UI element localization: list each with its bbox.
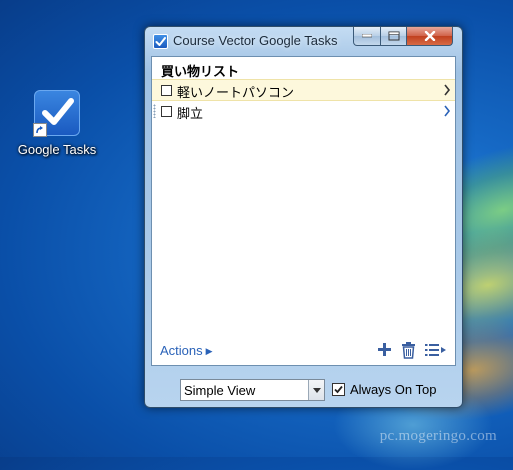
view-select-value: Simple View	[184, 383, 256, 398]
plus-icon[interactable]	[377, 342, 392, 357]
shortcut-arrow-icon	[33, 123, 47, 137]
watermark: pc.mogeringo.com	[379, 428, 497, 444]
checkbox-check-icon	[153, 34, 168, 49]
triangle-right-icon: ▶	[205, 346, 213, 356]
drag-handle-icon[interactable]	[153, 104, 156, 118]
close-icon	[424, 31, 435, 41]
window-title: Course Vector Google Tasks	[173, 33, 338, 48]
desktop-shortcut-google-tasks[interactable]: Google Tasks	[14, 90, 100, 157]
minimize-button[interactable]	[353, 27, 381, 46]
app-window: Course Vector Google Tasks 買い物リスト 軽いノートパ…	[144, 26, 463, 408]
view-select[interactable]: Simple View	[180, 379, 325, 401]
google-tasks-check-icon	[33, 90, 80, 137]
dropdown-button[interactable]	[308, 380, 324, 400]
desktop-icon-label: Google Tasks	[17, 142, 97, 157]
task-row[interactable]: 脚立	[152, 101, 455, 123]
task-list-title[interactable]: 買い物リスト	[161, 61, 239, 80]
task-row[interactable]: 軽いノートパソコン	[152, 79, 455, 101]
title-bar[interactable]: Course Vector Google Tasks	[145, 27, 462, 56]
actions-menu-link[interactable]: Actions ▶	[160, 343, 213, 358]
chevron-right-icon[interactable]	[443, 84, 451, 96]
task-checkbox[interactable]	[161, 85, 172, 96]
trash-icon[interactable]	[401, 342, 416, 359]
always-on-top-label: Always On Top	[350, 382, 437, 397]
task-list-panel: 買い物リスト 軽いノートパソコン 脚立 Actions ▶	[151, 56, 456, 366]
maximize-icon	[388, 31, 399, 41]
check-icon	[334, 385, 343, 394]
minimize-icon	[362, 34, 372, 38]
actions-bar: Actions ▶	[152, 337, 455, 365]
close-button[interactable]	[406, 27, 453, 46]
chevron-down-icon	[313, 388, 321, 393]
task-text[interactable]: 軽いノートパソコン	[177, 82, 294, 101]
task-text[interactable]: 脚立	[177, 103, 203, 122]
always-on-top-checkbox[interactable]	[332, 383, 345, 396]
actions-label: Actions	[160, 343, 203, 358]
list-menu-icon[interactable]	[425, 342, 447, 357]
task-checkbox[interactable]	[161, 106, 172, 117]
chevron-right-icon[interactable]	[443, 105, 451, 117]
maximize-button[interactable]	[380, 27, 407, 46]
